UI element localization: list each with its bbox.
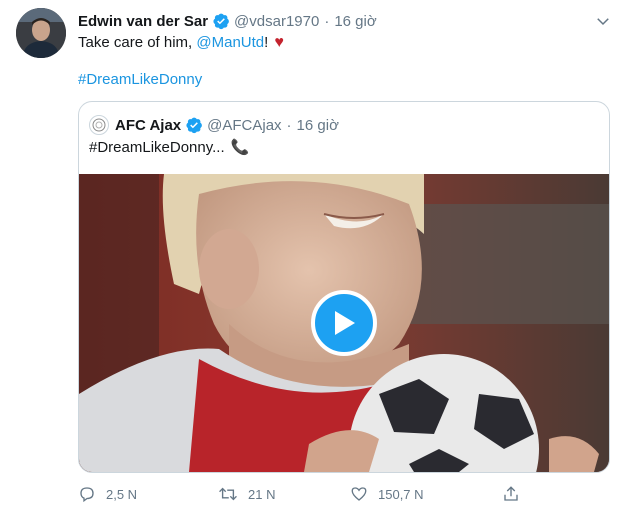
quoted-author-name[interactable]: AFC Ajax (115, 117, 181, 134)
separator-dot: · (324, 12, 330, 30)
retweet-count: 21 N (248, 486, 276, 502)
mention-link[interactable]: @ManUtd (196, 34, 264, 51)
author-handle[interactable]: @vdsar1970 (234, 13, 319, 30)
reply-button[interactable]: 2,5 N (78, 484, 137, 504)
author-avatar[interactable] (16, 8, 66, 58)
play-icon (335, 311, 355, 335)
chevron-down-icon[interactable] (594, 12, 612, 30)
quoted-time[interactable]: 16 giờ (297, 117, 339, 134)
share-button[interactable] (502, 484, 530, 504)
separator-dot: · (286, 116, 292, 134)
play-button[interactable] (311, 290, 377, 356)
reply-icon (80, 487, 94, 503)
author-name[interactable]: Edwin van der Sar (78, 13, 208, 30)
tweet-time[interactable]: 16 giờ (334, 13, 376, 30)
verified-badge-icon (213, 13, 229, 30)
tweet-header: Edwin van der Sar @vdsar1970 · 16 giờ (78, 10, 377, 32)
quoted-header: AFC Ajax @AFCAjax · 16 giờ (89, 114, 339, 136)
verified-badge-icon (186, 117, 202, 134)
quoted-text: #DreamLikeDonny... 📞 (89, 138, 249, 156)
like-button[interactable]: 150,7 N (350, 484, 424, 504)
quoted-author-handle[interactable]: @AFCAjax (207, 117, 281, 134)
tweet-text-after: ! (264, 34, 269, 51)
video-thumbnail[interactable] (79, 174, 609, 472)
ajax-logo-icon (89, 115, 109, 135)
tweet-actions: 2,5 N 21 N 150,7 N (78, 484, 528, 504)
heart-emoji-icon: ♥ (274, 34, 284, 51)
share-icon (504, 486, 518, 501)
reply-count: 2,5 N (106, 486, 138, 502)
telephone-emoji-icon: 📞 (230, 139, 250, 156)
retweet-button[interactable]: 21 N (218, 484, 275, 504)
retweet-icon (219, 487, 237, 501)
quoted-text-content: #DreamLikeDonny... (89, 139, 225, 156)
quoted-tweet[interactable]: AFC Ajax @AFCAjax · 16 giờ #DreamLikeDon… (78, 101, 610, 473)
like-count: 150,7 N (378, 486, 424, 502)
tweet-text: Take care of him, @ManUtd! ♥ (78, 33, 284, 53)
heart-icon (351, 487, 367, 501)
hashtag-link[interactable]: #DreamLikeDonny (78, 71, 202, 88)
tweet[interactable]: Edwin van der Sar @vdsar1970 · 16 giờ Ta… (0, 0, 630, 520)
tweet-text-before: Take care of him, (78, 34, 193, 51)
